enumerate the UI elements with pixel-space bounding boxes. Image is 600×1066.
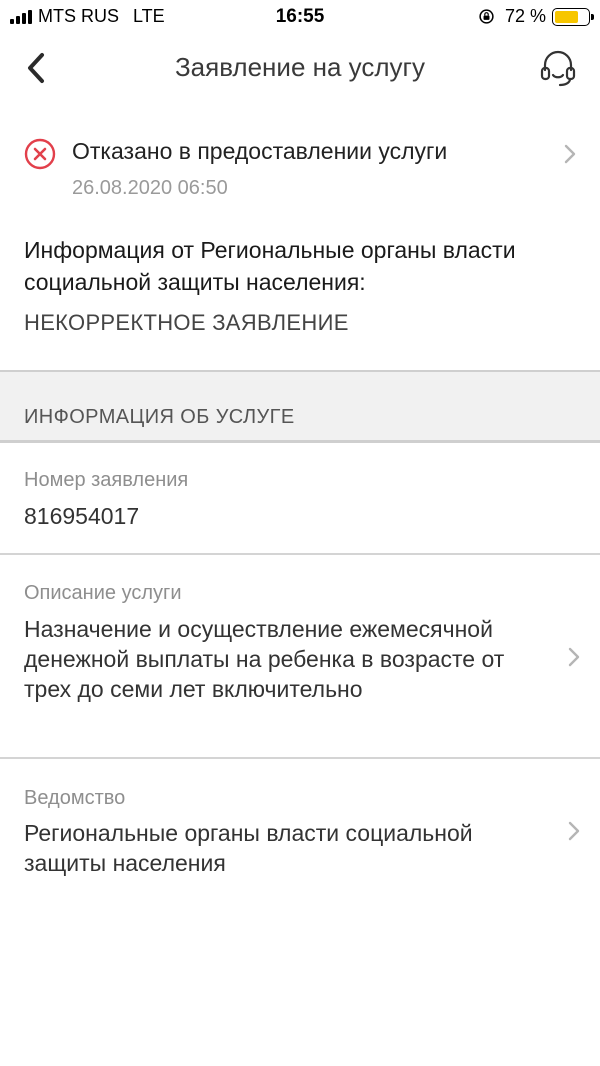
section-header: ИНФОРМАЦИЯ ОБ УСЛУГЕ (0, 370, 600, 443)
application-status[interactable]: Отказано в предоставлении услуги 26.08.2… (0, 130, 600, 210)
chevron-right-icon (568, 647, 580, 667)
field-row-application-number: Номер заявления 816954017 (0, 443, 600, 555)
support-button[interactable] (538, 48, 578, 88)
field-label: Ведомство (24, 787, 126, 809)
field-row-department[interactable]: Ведомство Региональные органы власти соц… (0, 759, 600, 889)
field-label: Номер заявления (24, 469, 189, 491)
page-title: Заявление на услугу (174, 52, 426, 82)
chevron-right-icon (568, 821, 580, 841)
orientation-lock-icon (479, 9, 494, 24)
rejection-info: Информация от Региональные органы власти… (24, 234, 584, 336)
status-date: 26.08.2020 06:50 (72, 177, 228, 199)
battery-icon (552, 7, 594, 26)
field-row-service-description[interactable]: Описание услуги Назначение и осуществлен… (0, 555, 600, 759)
info-title: Информация от Региональные органы власти… (24, 237, 516, 295)
battery-level (555, 10, 579, 23)
error-icon (24, 138, 56, 170)
chevron-right-icon (564, 144, 576, 164)
section-title: ИНФОРМАЦИЯ ОБ УСЛУГЕ (24, 406, 295, 428)
field-value: Региональные органы власти социальной за… (24, 820, 473, 876)
status-bar-right: 72 % (478, 6, 594, 27)
nav-bar: Заявление на услугу (0, 36, 600, 100)
info-value: НЕКОРРЕКТНОЕ ЗАЯВЛЕНИЕ (24, 310, 349, 335)
status-title: Отказано в предоставлении услуги (72, 138, 448, 164)
field-label: Описание услуги (24, 582, 182, 604)
field-value: 816954017 (24, 503, 140, 529)
field-value: Назначение и осуществление ежемесячной д… (24, 616, 505, 702)
headset-icon (540, 50, 576, 87)
battery-percent: 72 % (504, 6, 546, 26)
status-bar: MTS RUS LTE 16:55 72 % (0, 0, 600, 36)
